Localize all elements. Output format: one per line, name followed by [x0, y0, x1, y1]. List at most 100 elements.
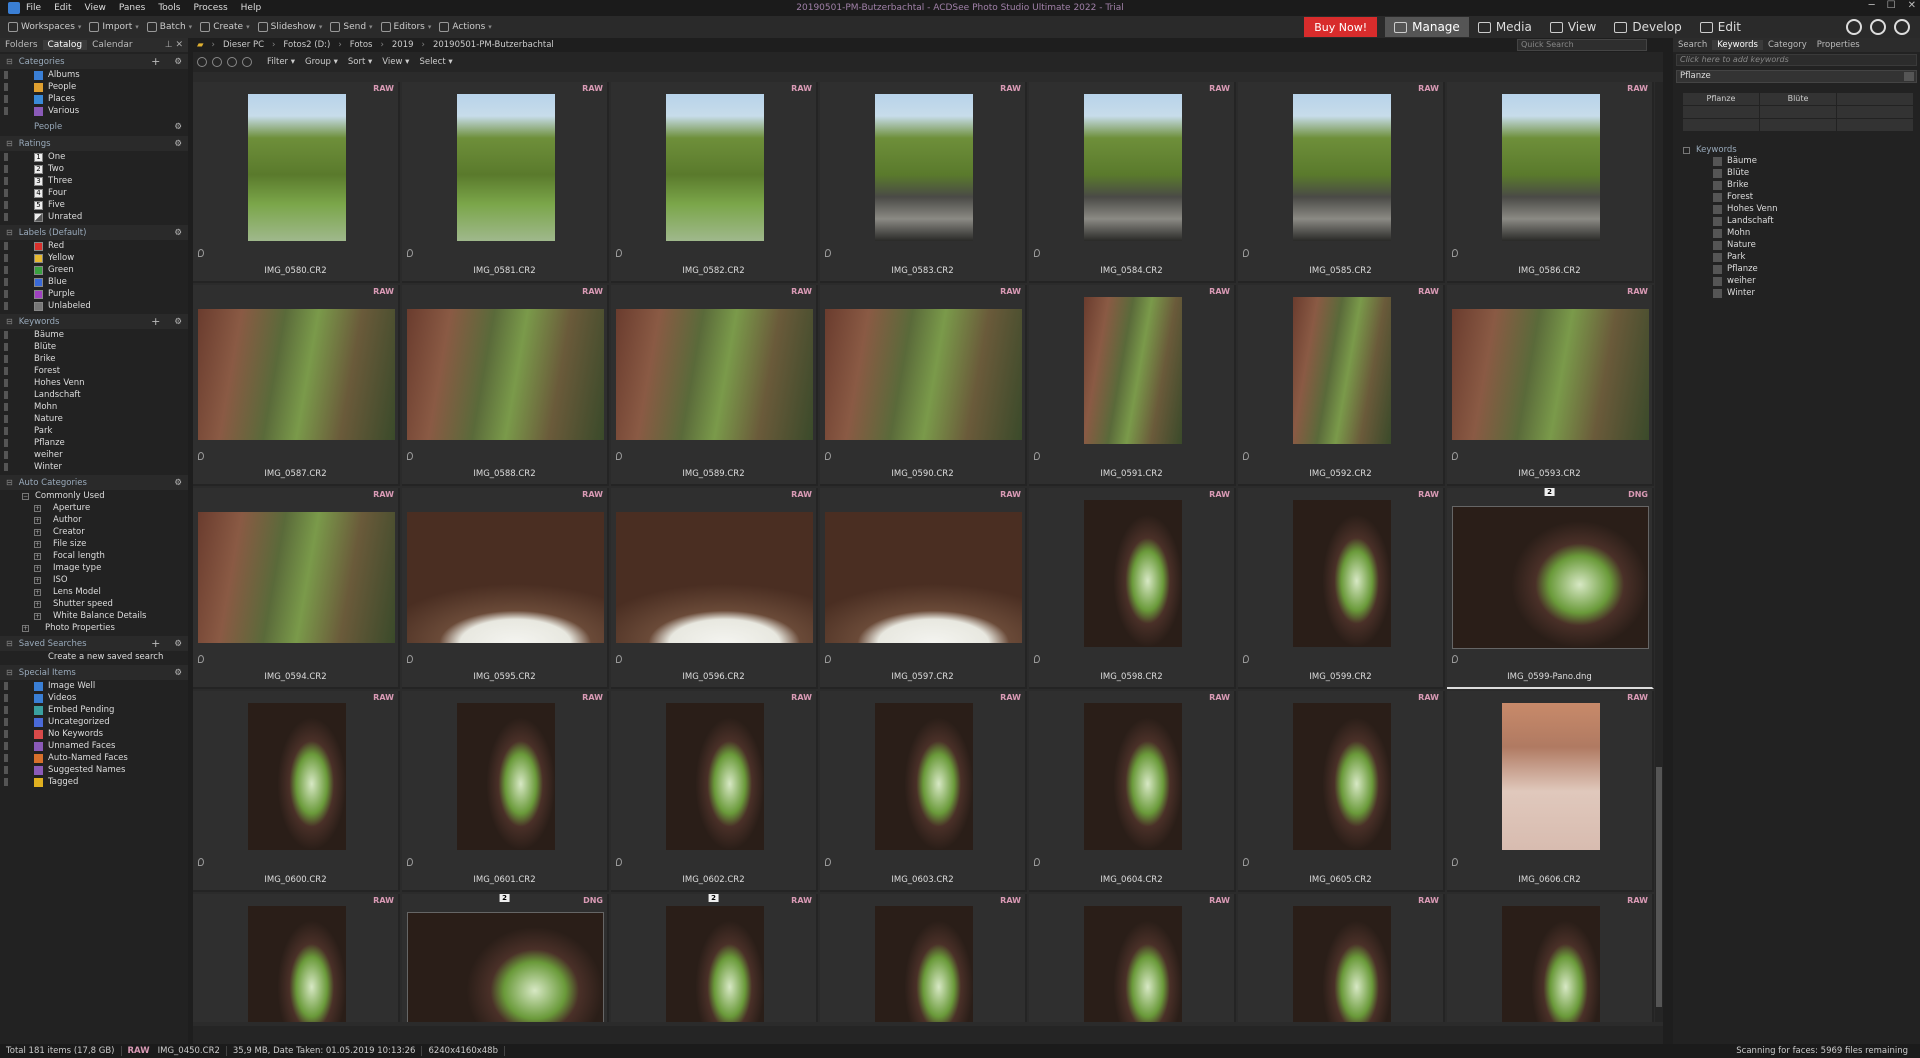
geotag-pin-icon[interactable] — [198, 452, 204, 460]
saved-search-item[interactable]: Create a new saved search — [0, 651, 188, 663]
list-item[interactable]: Red — [0, 240, 188, 252]
thumbnail-cell[interactable]: RAW IMG_0593.CR2 — [1447, 285, 1654, 486]
collapse-icon[interactable]: ⊟ — [6, 139, 13, 148]
mode-develop[interactable]: Develop — [1605, 17, 1690, 37]
back-icon[interactable] — [212, 57, 222, 67]
thumbnail-image[interactable] — [825, 512, 1022, 643]
list-item[interactable]: Yellow — [0, 252, 188, 264]
collapse-icon[interactable]: ⊟ — [6, 668, 13, 677]
menu-panes[interactable]: Panes — [119, 3, 145, 13]
toolbar-editors[interactable]: Editors ▾ — [380, 22, 431, 32]
toolbar-import[interactable]: Import ▾ — [89, 22, 139, 32]
keyword-pflanze[interactable]: Pflanze — [1673, 263, 1920, 275]
scrollbar-thumb[interactable] — [1656, 767, 1662, 1007]
geotag-pin-icon[interactable] — [1034, 858, 1040, 866]
gear-icon[interactable]: ⚙ — [174, 228, 182, 238]
thumbnail-cell[interactable]: RAW IMG_0604.CR2 — [1029, 691, 1236, 892]
auto-category-file-size[interactable]: + File size — [0, 538, 188, 550]
thumbnail-image[interactable] — [1084, 703, 1182, 850]
thumbnail-image[interactable] — [407, 912, 604, 1022]
collapse-icon[interactable]: ⊟ — [6, 639, 13, 648]
geotag-pin-icon[interactable] — [825, 858, 831, 866]
list-item[interactable]: Forest — [0, 365, 188, 377]
collapse-icon[interactable]: ⊟ — [6, 228, 13, 237]
collapse-icon[interactable]: ⊟ — [6, 478, 13, 487]
thumbnail-image[interactable] — [666, 703, 764, 850]
toolbar-slideshow[interactable]: Slideshow ▾ — [257, 22, 322, 32]
list-item[interactable]: Blue — [0, 276, 188, 288]
list-item[interactable]: Park — [0, 425, 188, 437]
thumbnail-image[interactable] — [457, 94, 555, 241]
list-item[interactable]: Unrated — [0, 211, 188, 223]
expand-icon[interactable]: + — [34, 516, 41, 524]
close-icon[interactable]: ✕ — [1908, 0, 1916, 11]
list-item[interactable]: Winter — [0, 461, 188, 473]
quick-keyword-cell[interactable] — [1683, 106, 1759, 118]
geotag-pin-icon[interactable] — [1034, 249, 1040, 257]
keyword-landschaft[interactable]: Landschaft — [1673, 215, 1920, 227]
geotag-pin-icon[interactable] — [198, 655, 204, 663]
filterbar-group[interactable]: Group ▾ — [305, 57, 338, 67]
list-item[interactable]: Uncategorized — [0, 716, 188, 728]
collapse-icon[interactable]: ⊟ — [6, 57, 13, 66]
thumbnail-image[interactable] — [198, 309, 395, 440]
thumbnail-image[interactable] — [457, 703, 555, 850]
list-item[interactable]: Suggested Names — [0, 764, 188, 776]
gear-icon[interactable]: ⚙ — [174, 478, 182, 488]
expand-icon[interactable]: + — [34, 600, 41, 608]
auto-category-photo-properties[interactable]: + Photo Properties — [0, 622, 188, 634]
list-item[interactable]: Hohes Venn — [0, 377, 188, 389]
thumbnail-cell[interactable]: RAW 2 — [611, 894, 818, 1022]
list-item[interactable]: Embed Pending — [0, 704, 188, 716]
checkbox-icon[interactable] — [1713, 204, 1722, 214]
menu-view[interactable]: View — [85, 3, 106, 13]
keyword-winter[interactable]: Winter — [1673, 287, 1920, 299]
gear-icon[interactable]: ⚙ — [174, 317, 182, 327]
expand-icon[interactable]: + — [34, 588, 41, 596]
thumbnail-image[interactable] — [616, 512, 813, 643]
up-icon[interactable] — [242, 57, 252, 67]
keyword-bäume[interactable]: Bäume — [1673, 155, 1920, 167]
menu-tools[interactable]: Tools — [158, 3, 180, 13]
checkbox-icon[interactable] — [1713, 288, 1722, 298]
menu-edit[interactable]: Edit — [54, 3, 71, 13]
thumbnail-cell[interactable]: RAW IMG_0585.CR2 — [1238, 82, 1445, 283]
add-icon[interactable]: + — [151, 55, 160, 68]
toolbar-send[interactable]: Send ▾ — [330, 22, 373, 32]
list-item[interactable]: Unnamed Faces — [0, 740, 188, 752]
auto-category-white-balance-details[interactable]: + White Balance Details — [0, 610, 188, 622]
expand-icon[interactable]: + — [34, 504, 41, 512]
thumbnail-image[interactable] — [198, 512, 395, 643]
home-icon[interactable] — [197, 57, 207, 67]
mode-edit[interactable]: Edit — [1691, 17, 1750, 37]
geotag-pin-icon[interactable] — [198, 858, 204, 866]
list-item[interactable]: Pflanze — [0, 437, 188, 449]
thumbnail-image[interactable] — [1293, 703, 1391, 850]
list-item[interactable]: Videos — [0, 692, 188, 704]
thumbnail-cell[interactable]: RAW IMG_0600.CR2 — [193, 691, 400, 892]
geotag-pin-icon[interactable] — [825, 655, 831, 663]
thumbnail-cell[interactable]: RAW — [820, 894, 1027, 1022]
breadcrumb-dieser-pc[interactable]: Dieser PC — [223, 40, 264, 50]
list-item[interactable]: Mohn — [0, 401, 188, 413]
minimize-icon[interactable]: ─ — [1869, 0, 1875, 11]
list-item[interactable]: Bäume — [0, 329, 188, 341]
thumbnail-cell[interactable]: RAW IMG_0596.CR2 — [611, 488, 818, 689]
auto-category-creator[interactable]: + Creator — [0, 526, 188, 538]
auto-category-group[interactable]: − Commonly Used — [0, 490, 188, 502]
thumbnail-cell[interactable]: RAW IMG_0601.CR2 — [402, 691, 609, 892]
quick-keyword-cell[interactable] — [1760, 106, 1836, 118]
thumbnail-image[interactable] — [1293, 500, 1391, 647]
quick-keyword-cell[interactable]: Pflanze — [1683, 93, 1759, 105]
thumbnail-image[interactable] — [875, 703, 973, 850]
expand-icon[interactable]: + — [34, 564, 41, 572]
add-icon[interactable]: + — [151, 315, 160, 328]
thumbnail-cell[interactable]: RAW IMG_0597.CR2 — [820, 488, 1027, 689]
list-item[interactable]: Tagged — [0, 776, 188, 788]
365-icon[interactable] — [1870, 19, 1886, 35]
gear-icon[interactable]: ⚙ — [174, 139, 182, 149]
thumbnail-image[interactable] — [1084, 500, 1182, 647]
tab-catalog[interactable]: Catalog — [42, 40, 88, 50]
geotag-pin-icon[interactable] — [1034, 655, 1040, 663]
keyword-hohes-venn[interactable]: Hohes Venn — [1673, 203, 1920, 215]
